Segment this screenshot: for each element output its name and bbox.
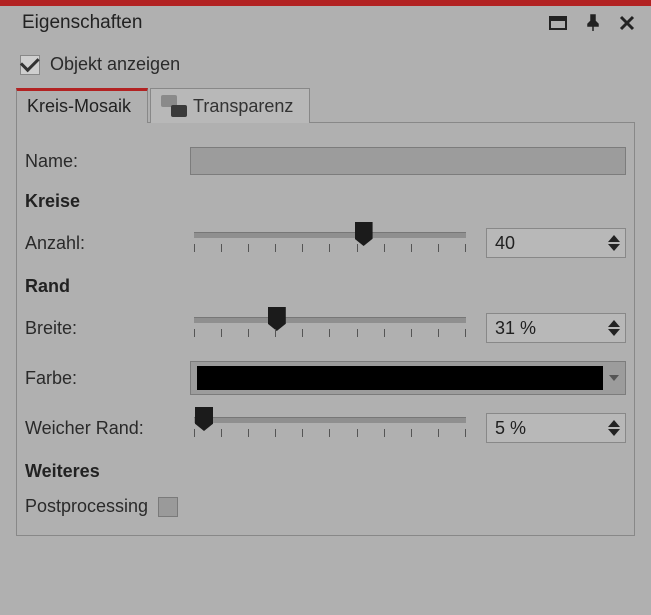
postprocessing-checkbox[interactable]	[158, 497, 178, 517]
color-label: Farbe:	[25, 368, 190, 389]
spin-up-icon[interactable]	[608, 235, 620, 242]
count-label: Anzahl:	[25, 233, 190, 254]
tab-bar: Kreis-Mosaik Transparenz	[16, 87, 635, 123]
count-spinner[interactable]: 40	[486, 228, 626, 258]
tab-label: Transparenz	[193, 96, 293, 117]
spin-down-icon[interactable]	[608, 329, 620, 336]
spin-up-icon[interactable]	[608, 420, 620, 427]
soft-edge-label: Weicher Rand:	[25, 418, 190, 439]
soft-edge-spinner[interactable]: 5 %	[486, 413, 626, 443]
transparency-icon	[161, 95, 187, 117]
count-value: 40	[487, 233, 603, 254]
color-swatch	[197, 366, 603, 390]
soft-edge-slider[interactable]	[190, 411, 470, 445]
color-picker[interactable]	[190, 361, 626, 395]
show-object-checkbox[interactable]	[20, 55, 40, 75]
show-object-label: Objekt anzeigen	[50, 54, 180, 75]
postprocessing-label: Postprocessing	[25, 496, 148, 517]
chevron-down-icon[interactable]	[609, 375, 619, 381]
spin-up-icon[interactable]	[608, 320, 620, 327]
width-spinner[interactable]: 31 %	[486, 313, 626, 343]
panel-title: Eigenschaften	[22, 12, 142, 34]
name-label: Name:	[25, 151, 190, 172]
tab-kreis-mosaik[interactable]: Kreis-Mosaik	[16, 88, 148, 123]
spin-down-icon[interactable]	[608, 429, 620, 436]
spin-down-icon[interactable]	[608, 244, 620, 251]
close-icon[interactable]	[619, 15, 635, 31]
count-slider[interactable]	[190, 226, 470, 260]
section-border: Rand	[25, 268, 626, 303]
width-value: 31 %	[487, 318, 603, 339]
width-slider[interactable]	[190, 311, 470, 345]
section-more: Weiteres	[25, 453, 626, 488]
window-float-icon[interactable]	[549, 16, 567, 30]
tab-label: Kreis-Mosaik	[27, 96, 131, 117]
pin-icon[interactable]	[585, 14, 601, 32]
soft-edge-value: 5 %	[487, 418, 603, 439]
tab-transparenz[interactable]: Transparenz	[150, 88, 310, 123]
section-circles: Kreise	[25, 183, 626, 218]
width-label: Breite:	[25, 318, 190, 339]
name-input[interactable]	[190, 147, 626, 175]
